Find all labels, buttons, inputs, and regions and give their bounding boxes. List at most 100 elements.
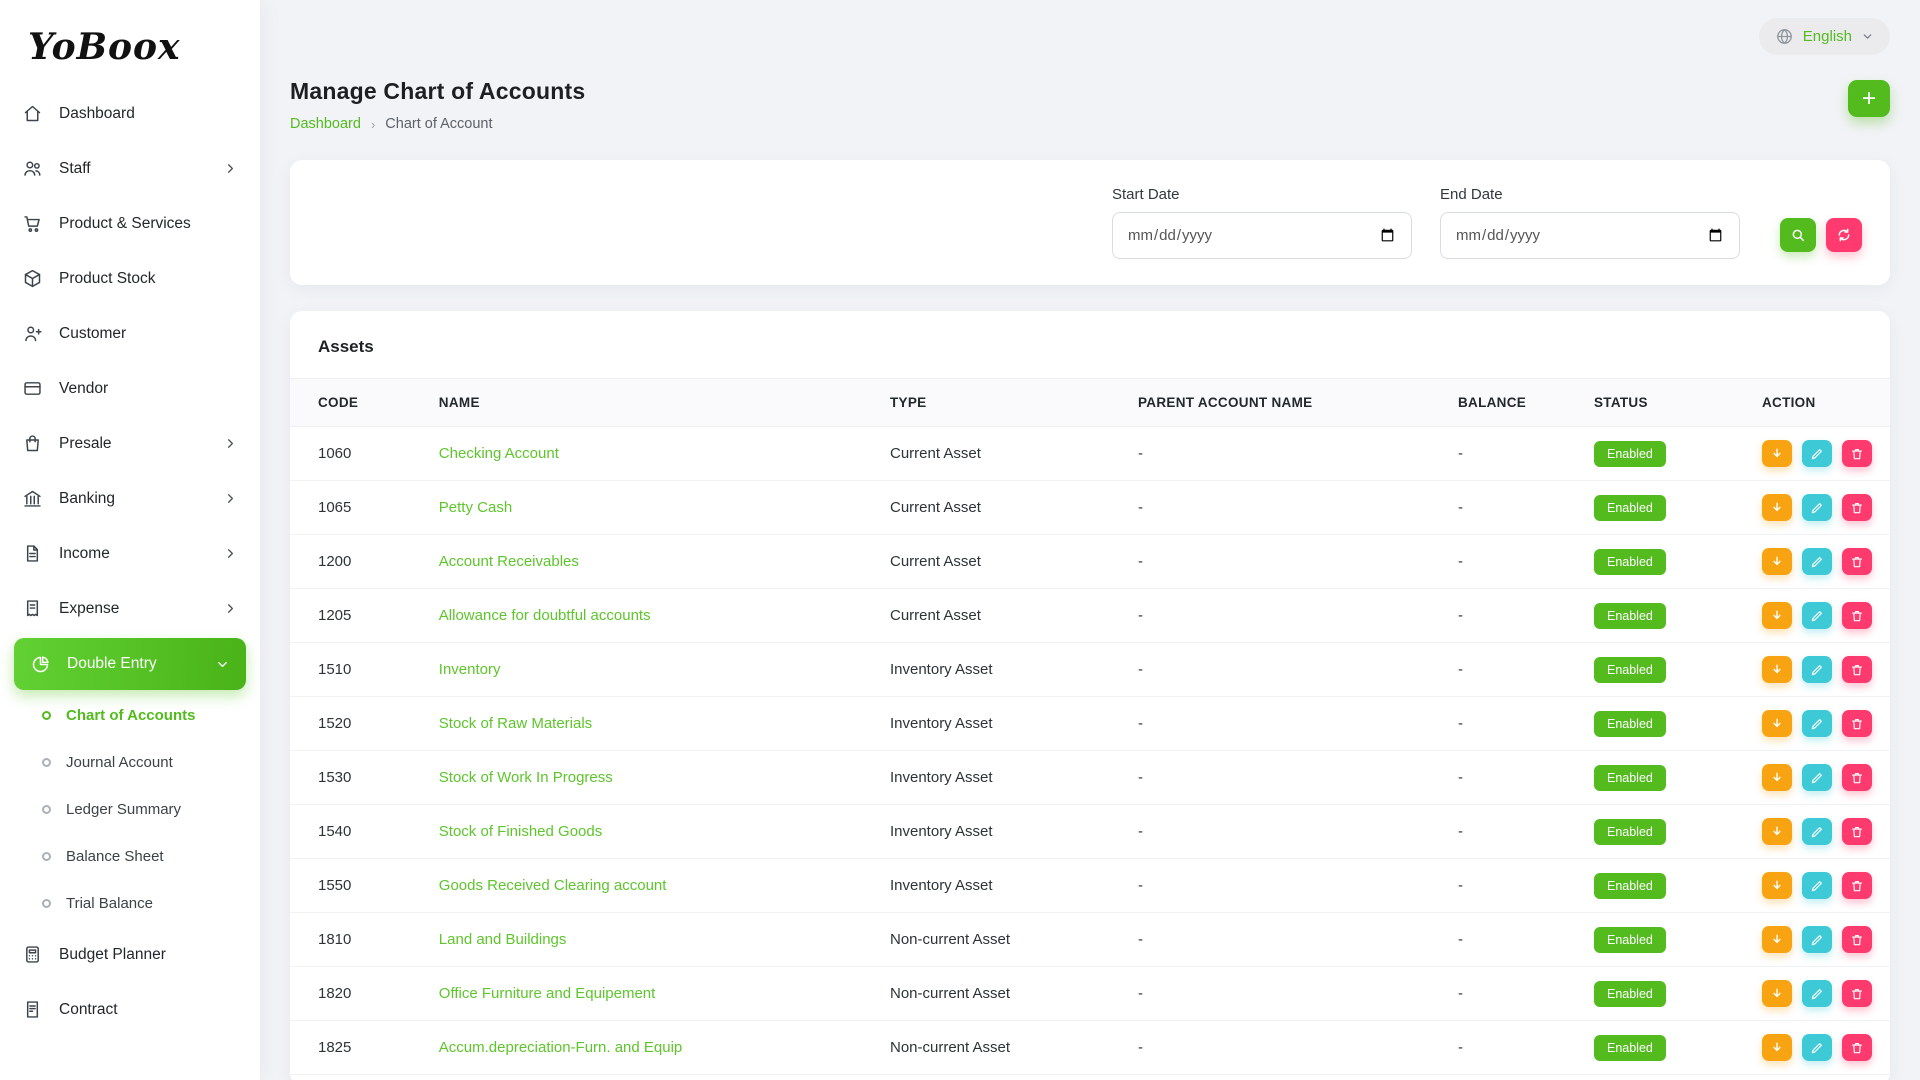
statement-button[interactable]	[1762, 926, 1792, 953]
account-name-link[interactable]: Allowance for doubtful accounts	[439, 607, 651, 624]
parent-account-name: -	[1122, 805, 1442, 859]
account-name-link[interactable]: Stock of Finished Goods	[439, 823, 602, 840]
account-name-link[interactable]: Petty Cash	[439, 499, 512, 516]
breadcrumb-dashboard-link[interactable]: Dashboard	[290, 116, 361, 132]
delete-button[interactable]	[1842, 818, 1872, 845]
sidebar-item-label: Income	[59, 545, 110, 563]
sidebar-item-double-entry[interactable]: Double Entry	[14, 638, 246, 690]
delete-button[interactable]	[1842, 494, 1872, 521]
statement-button[interactable]	[1762, 764, 1792, 791]
sidebar-item-customer[interactable]: Customer	[0, 306, 260, 361]
statement-button[interactable]	[1762, 440, 1792, 467]
refresh-button[interactable]	[1826, 218, 1862, 252]
start-date-input[interactable]	[1112, 212, 1412, 259]
sidebar-item-expense[interactable]: Expense	[0, 581, 260, 636]
account-type: Inventory Asset	[874, 643, 1122, 697]
account-balance: -	[1442, 643, 1578, 697]
edit-button[interactable]	[1802, 656, 1832, 683]
table-row: 1205 Allowance for doubtful accounts Cur…	[290, 589, 1890, 643]
account-name-link[interactable]: Land and Buildings	[439, 931, 567, 948]
edit-button[interactable]	[1802, 602, 1832, 629]
sidebar-item-label: Contract	[59, 1001, 118, 1019]
pencil-icon	[1810, 555, 1824, 569]
delete-button[interactable]	[1842, 980, 1872, 1007]
edit-button[interactable]	[1802, 494, 1832, 521]
receipt-icon	[22, 598, 43, 619]
edit-button[interactable]	[1802, 548, 1832, 575]
language-label: English	[1803, 28, 1852, 45]
statement-button[interactable]	[1762, 818, 1792, 845]
statement-button[interactable]	[1762, 980, 1792, 1007]
delete-button[interactable]	[1842, 872, 1872, 899]
trash-icon	[1850, 555, 1864, 569]
table-row: 1520 Stock of Raw Materials Inventory As…	[290, 697, 1890, 751]
sidebar-item-chart-of-accounts[interactable]: Chart of Accounts	[0, 692, 260, 739]
row-actions	[1762, 818, 1874, 845]
account-code: 1510	[290, 643, 423, 697]
statement-button[interactable]	[1762, 656, 1792, 683]
add-account-button[interactable]: +	[1848, 80, 1890, 117]
account-name-link[interactable]: Inventory	[439, 661, 501, 678]
credit-card-icon	[22, 378, 43, 399]
delete-button[interactable]	[1842, 602, 1872, 629]
account-code: 1065	[290, 481, 423, 535]
statement-button[interactable]	[1762, 548, 1792, 575]
edit-button[interactable]	[1802, 818, 1832, 845]
edit-button[interactable]	[1802, 1034, 1832, 1061]
sidebar-item-staff[interactable]: Staff	[0, 141, 260, 196]
account-name-link[interactable]: Office Furniture and Equipement	[439, 985, 656, 1002]
delete-button[interactable]	[1842, 710, 1872, 737]
account-name-link[interactable]: Goods Received Clearing account	[439, 877, 667, 894]
delete-button[interactable]	[1842, 926, 1872, 953]
end-date-input[interactable]	[1440, 212, 1740, 259]
account-name-link[interactable]: Account Receivables	[439, 553, 579, 570]
sidebar-item-trial-balance[interactable]: Trial Balance	[0, 880, 260, 927]
account-name-link[interactable]: Accum.depreciation-Furn. and Equip	[439, 1039, 682, 1056]
trash-icon	[1850, 879, 1864, 893]
pencil-icon	[1810, 1041, 1824, 1055]
delete-button[interactable]	[1842, 548, 1872, 575]
delete-button[interactable]	[1842, 764, 1872, 791]
pie-chart-icon	[30, 654, 51, 675]
sidebar-item-presale[interactable]: Presale	[0, 416, 260, 471]
account-name-link[interactable]: Stock of Raw Materials	[439, 715, 592, 732]
sidebar-item-ledger-summary[interactable]: Ledger Summary	[0, 786, 260, 833]
sidebar-item-budget-planner[interactable]: Budget Planner	[0, 927, 260, 982]
statement-button[interactable]	[1762, 872, 1792, 899]
edit-button[interactable]	[1802, 440, 1832, 467]
edit-button[interactable]	[1802, 926, 1832, 953]
sidebar-item-balance-sheet[interactable]: Balance Sheet	[0, 833, 260, 880]
sidebar-item-label: Expense	[59, 600, 119, 618]
account-balance: -	[1442, 967, 1578, 1021]
sidebar-item-vendor[interactable]: Vendor	[0, 361, 260, 416]
sidebar-item-banking[interactable]: Banking	[0, 471, 260, 526]
language-selector[interactable]: English	[1759, 18, 1890, 55]
sidebar-item-contract[interactable]: Contract	[0, 982, 260, 1037]
statement-button[interactable]	[1762, 494, 1792, 521]
sidebar-item-label: Banking	[59, 490, 115, 508]
delete-button[interactable]	[1842, 1034, 1872, 1061]
sidebar-item-product-stock[interactable]: Product Stock	[0, 251, 260, 306]
edit-button[interactable]	[1802, 764, 1832, 791]
statement-button[interactable]	[1762, 602, 1792, 629]
statement-button[interactable]	[1762, 710, 1792, 737]
edit-button[interactable]	[1802, 872, 1832, 899]
statement-button[interactable]	[1762, 1034, 1792, 1061]
edit-button[interactable]	[1802, 710, 1832, 737]
table-row: 1810 Land and Buildings Non-current Asse…	[290, 913, 1890, 967]
sidebar-item-dashboard[interactable]: Dashboard	[0, 86, 260, 141]
account-name-link[interactable]: Checking Account	[439, 445, 559, 462]
sidebar-item-product-services[interactable]: Product & Services	[0, 196, 260, 251]
search-button[interactable]	[1780, 218, 1816, 252]
account-name-link[interactable]: Stock of Work In Progress	[439, 769, 613, 786]
sidebar-item-income[interactable]: Income	[0, 526, 260, 581]
brand-logo[interactable]: YoBoox	[0, 0, 260, 86]
pencil-icon	[1810, 933, 1824, 947]
sidebar-item-journal-account[interactable]: Journal Account	[0, 739, 260, 786]
delete-button[interactable]	[1842, 440, 1872, 467]
col-header-parent: PARENT ACCOUNT NAME	[1122, 379, 1442, 427]
status-badge: Enabled	[1594, 441, 1666, 467]
edit-button[interactable]	[1802, 980, 1832, 1007]
delete-button[interactable]	[1842, 656, 1872, 683]
parent-account-name: -	[1122, 967, 1442, 1021]
